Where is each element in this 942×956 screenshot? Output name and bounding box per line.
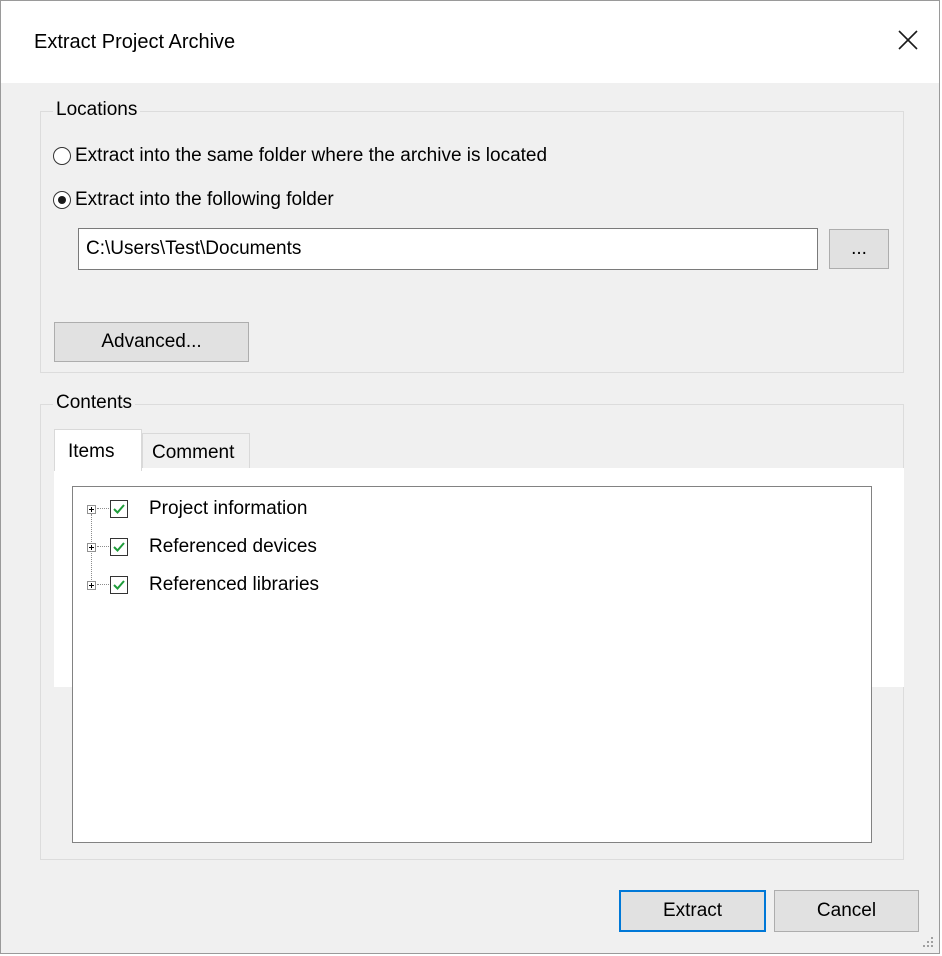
tree-item-label: Project information xyxy=(149,498,308,519)
contents-legend: Contents xyxy=(53,392,136,414)
tree-item-label: Referenced libraries xyxy=(149,574,320,595)
radio-following-folder-indicator[interactable] xyxy=(53,191,71,209)
tree-branch-line xyxy=(97,546,109,548)
resize-grip-icon[interactable] xyxy=(921,935,935,949)
tree-item-label: Referenced devices xyxy=(149,536,317,557)
locations-legend: Locations xyxy=(53,99,141,121)
radio-following-folder-label[interactable]: Extract into the following folder xyxy=(75,189,334,211)
extract-button[interactable]: Extract xyxy=(619,890,766,932)
tab-comment-label[interactable]: Comment xyxy=(152,442,234,464)
tree-item-referenced-devices[interactable]: Referenced devices xyxy=(87,532,317,562)
tab-comment[interactable]: Comment xyxy=(142,433,250,468)
cancel-button[interactable]: Cancel xyxy=(774,890,919,932)
tree-branch-line xyxy=(97,584,109,586)
dialog-title: Extract Project Archive xyxy=(34,31,236,53)
destination-folder-input[interactable] xyxy=(78,228,818,270)
tree-checkbox[interactable] xyxy=(110,576,128,594)
title-bar: Extract Project Archive xyxy=(1,1,939,83)
tree-item-project-information[interactable]: Project information xyxy=(87,494,307,524)
expand-icon[interactable] xyxy=(87,580,96,590)
contents-tree[interactable]: Project information Referenced devices R… xyxy=(72,486,872,843)
expand-icon[interactable] xyxy=(87,504,96,514)
advanced-button[interactable]: Advanced... xyxy=(54,322,249,362)
radio-same-folder-indicator[interactable] xyxy=(53,147,71,165)
close-button[interactable] xyxy=(879,15,939,69)
checkmark-icon xyxy=(113,504,125,514)
expand-icon[interactable] xyxy=(87,542,96,552)
tree-branch-line xyxy=(97,508,109,510)
radio-following-folder[interactable]: Extract into the following folder xyxy=(53,186,334,214)
radio-same-folder-label[interactable]: Extract into the same folder where the a… xyxy=(75,145,547,167)
extract-archive-dialog: Extract Project Archive Locations Extrac… xyxy=(0,0,940,954)
close-icon xyxy=(898,30,918,50)
tree-checkbox[interactable] xyxy=(110,500,128,518)
tab-items[interactable]: Items xyxy=(54,429,142,471)
radio-same-folder[interactable]: Extract into the same folder where the a… xyxy=(53,142,547,170)
browse-button[interactable]: ... xyxy=(829,229,889,269)
checkmark-icon xyxy=(113,542,125,552)
tree-checkbox[interactable] xyxy=(110,538,128,556)
checkmark-icon xyxy=(113,580,125,590)
tab-items-label[interactable]: Items xyxy=(68,441,114,463)
tree-item-referenced-libraries[interactable]: Referenced libraries xyxy=(87,570,319,600)
